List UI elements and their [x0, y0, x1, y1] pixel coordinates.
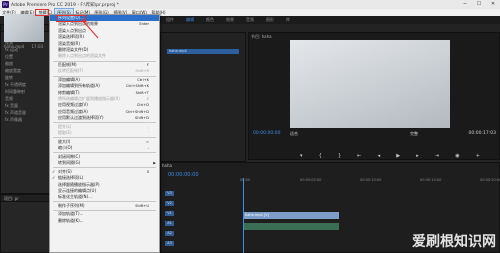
- annotation-arrow: [82, 19, 99, 39]
- watermark: 爱刷根知识网: [412, 234, 496, 250]
